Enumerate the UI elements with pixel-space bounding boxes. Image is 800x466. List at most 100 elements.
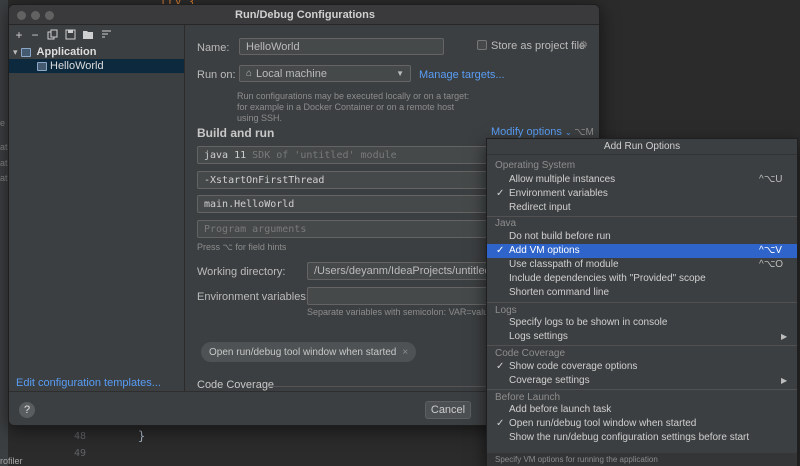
cancel-button[interactable]: Cancel — [425, 401, 471, 419]
gear-icon[interactable]: ⚙ — [579, 40, 588, 51]
env-vars-hint: Separate variables with semicolon: VAR=v… — [307, 307, 495, 317]
name-label: Name: — [197, 42, 230, 54]
application-folder-icon — [20, 47, 31, 57]
option-do-not-build[interactable]: Do not build before run — [487, 230, 797, 244]
sdk-hint: SDK of 'untitled' module — [252, 149, 397, 161]
modify-options-label: Modify options — [491, 126, 562, 138]
tool-window-label: rofiler — [0, 456, 23, 466]
sort-icon[interactable] — [100, 29, 112, 41]
section-divider — [269, 386, 493, 387]
run-on-value: Local machine — [256, 67, 327, 80]
option-label: Add VM options — [509, 245, 580, 256]
option-label: Shorten command line — [509, 287, 610, 298]
modify-options-link[interactable]: Modify options ⌄ — [491, 126, 572, 138]
tree-group-application[interactable]: ▾ Application — [13, 45, 96, 59]
line-number: 49 — [74, 448, 87, 459]
manage-targets-link[interactable]: Manage targets... — [419, 69, 505, 81]
working-directory-input[interactable]: /Users/deyanm/IdeaProjects/untitled — [307, 262, 495, 280]
tree-item-helloworld[interactable]: HelloWorld — [9, 59, 184, 73]
option-redirect-input[interactable]: Redirect input — [487, 201, 797, 215]
configuration-tree-panel: + − ▾ Application HelloWorld Edit config… — [9, 25, 185, 391]
option-label: Include dependencies with "Provided" sco… — [509, 273, 706, 284]
option-open-tool-window[interactable]: ✓ Open run/debug tool window when starte… — [487, 417, 797, 431]
checkmark-icon: ✓ — [496, 361, 505, 372]
chevron-right-icon: ▶ — [781, 332, 788, 341]
code-brace: } — [138, 429, 146, 443]
store-project-checkbox[interactable] — [477, 40, 487, 50]
option-environment-variables[interactable]: ✓ Environment variables — [487, 187, 797, 201]
folder-icon[interactable] — [82, 29, 94, 41]
save-icon[interactable] — [64, 29, 76, 41]
group-header: Java — [495, 218, 517, 229]
close-icon[interactable]: × — [402, 347, 408, 358]
option-label: Environment variables — [509, 188, 608, 199]
chevron-down-icon[interactable]: ▾ — [13, 47, 18, 58]
option-label: Logs settings — [509, 331, 568, 342]
chevron-right-icon: ▶ — [781, 376, 788, 385]
group-header: Operating System — [495, 160, 576, 171]
option-label: Allow multiple instances — [509, 174, 616, 185]
chevron-down-icon: ▼ — [396, 69, 404, 78]
popup-title: Add Run Options — [487, 139, 797, 155]
line-number: 48 — [74, 431, 87, 442]
option-allow-multiple-instances[interactable]: Allow multiple instances ^⌥U — [487, 173, 797, 187]
option-label: Show code coverage options — [509, 361, 638, 372]
separator — [487, 345, 797, 346]
copy-icon[interactable] — [46, 29, 58, 41]
edit-templates-link[interactable]: Edit configuration templates... — [16, 377, 161, 389]
code-coverage-heading: Code Coverage — [197, 379, 275, 391]
option-label: Add before launch task — [509, 404, 612, 415]
option-specify-logs[interactable]: Specify logs to be shown in console — [487, 316, 797, 330]
vm-options-input[interactable]: -XstartOnFirstThread — [197, 171, 495, 189]
sdk-value: java 11 — [204, 149, 247, 161]
option-label: Show the run/debug configuration setting… — [509, 432, 750, 443]
option-logs-settings[interactable]: Logs settings ▶ — [487, 330, 797, 344]
option-chip[interactable]: Open run/debug tool window when started … — [201, 342, 417, 362]
group-header: Logs — [495, 305, 517, 316]
help-button[interactable]: ? — [19, 402, 35, 418]
plus-icon[interactable]: + — [13, 29, 25, 41]
option-add-before-launch[interactable]: Add before launch task — [487, 403, 797, 417]
dialog-titlebar: Run/Debug Configurations — [9, 5, 599, 25]
modify-options-shortcut: ⌥M — [574, 127, 594, 138]
sdk-selector[interactable]: java 11 SDK of 'untitled' module — [197, 146, 495, 164]
dialog-title: Run/Debug Configurations — [235, 9, 375, 21]
left-tool-gutter — [0, 0, 8, 466]
home-icon: ⌂ — [246, 68, 253, 79]
option-label: Do not build before run — [509, 231, 611, 242]
option-use-classpath[interactable]: Use classpath of module ^⌥O — [487, 258, 797, 272]
chevron-down-icon: ⌄ — [565, 128, 572, 137]
name-input[interactable]: HelloWorld — [239, 38, 444, 55]
option-label: Redirect input — [509, 202, 571, 213]
option-shortcut: ^⌥O — [759, 259, 783, 270]
main-class-input[interactable]: main.HelloWorld — [197, 195, 495, 213]
option-coverage-settings[interactable]: Coverage settings ▶ — [487, 374, 797, 388]
minus-icon[interactable]: − — [29, 29, 41, 41]
group-header: Code Coverage — [495, 348, 566, 359]
popup-footer: Specify VM options for running the appli… — [487, 453, 797, 466]
checkmark-icon: ✓ — [496, 245, 505, 256]
option-show-settings-before-start[interactable]: Show the run/debug configuration setting… — [487, 431, 797, 445]
option-label: Coverage settings — [509, 375, 590, 386]
option-shortcut: ^⌥V — [759, 245, 782, 256]
run-on-dropdown[interactable]: ⌂ Local machine ▼ — [239, 65, 411, 82]
program-arguments-input[interactable]: Program arguments — [197, 220, 495, 238]
option-show-coverage[interactable]: ✓ Show code coverage options — [487, 360, 797, 374]
option-label: Open run/debug tool window when started — [509, 418, 697, 429]
separator — [487, 216, 797, 217]
tree-item-label: HelloWorld — [50, 60, 104, 72]
environment-variables-input[interactable] — [307, 287, 495, 305]
side-text: at — [0, 142, 8, 152]
option-include-provided[interactable]: Include dependencies with "Provided" sco… — [487, 272, 797, 286]
build-and-run-heading: Build and run — [197, 126, 275, 140]
tree-group-label: Application — [36, 46, 97, 58]
option-shorten-command-line[interactable]: Shorten command line — [487, 286, 797, 300]
option-label: Specify logs to be shown in console — [509, 317, 668, 328]
side-text: at — [0, 158, 8, 168]
option-label: Use classpath of module — [509, 259, 619, 270]
store-project-label: Store as project file — [491, 40, 586, 52]
separator — [487, 389, 797, 390]
run-on-label: Run on: — [197, 69, 236, 81]
option-add-vm-options[interactable]: ✓ Add VM options ^⌥V — [487, 244, 797, 258]
run-config-icon — [37, 61, 47, 71]
